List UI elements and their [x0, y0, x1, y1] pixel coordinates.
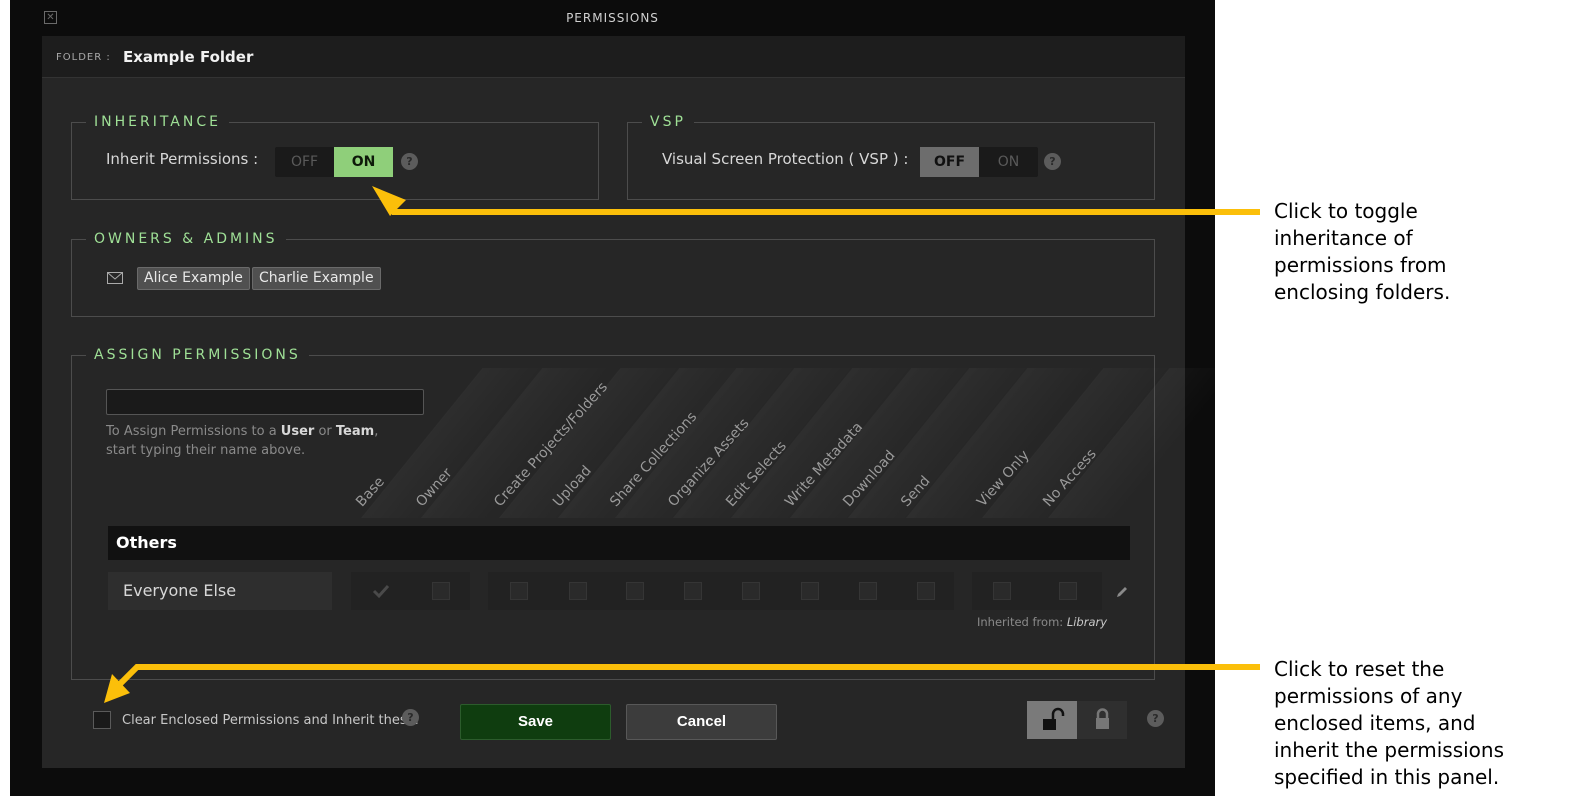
- reset-arrow-line: [115, 664, 1260, 689]
- reset-annotation: Click to reset the permissions of any en…: [1274, 657, 1505, 789]
- screenshot-stage: ✕ PERMISSIONS FOLDER : Example Folder IN…: [0, 0, 1580, 802]
- inheritance-annotation: Click to toggle inheritance of permissio…: [1274, 199, 1451, 304]
